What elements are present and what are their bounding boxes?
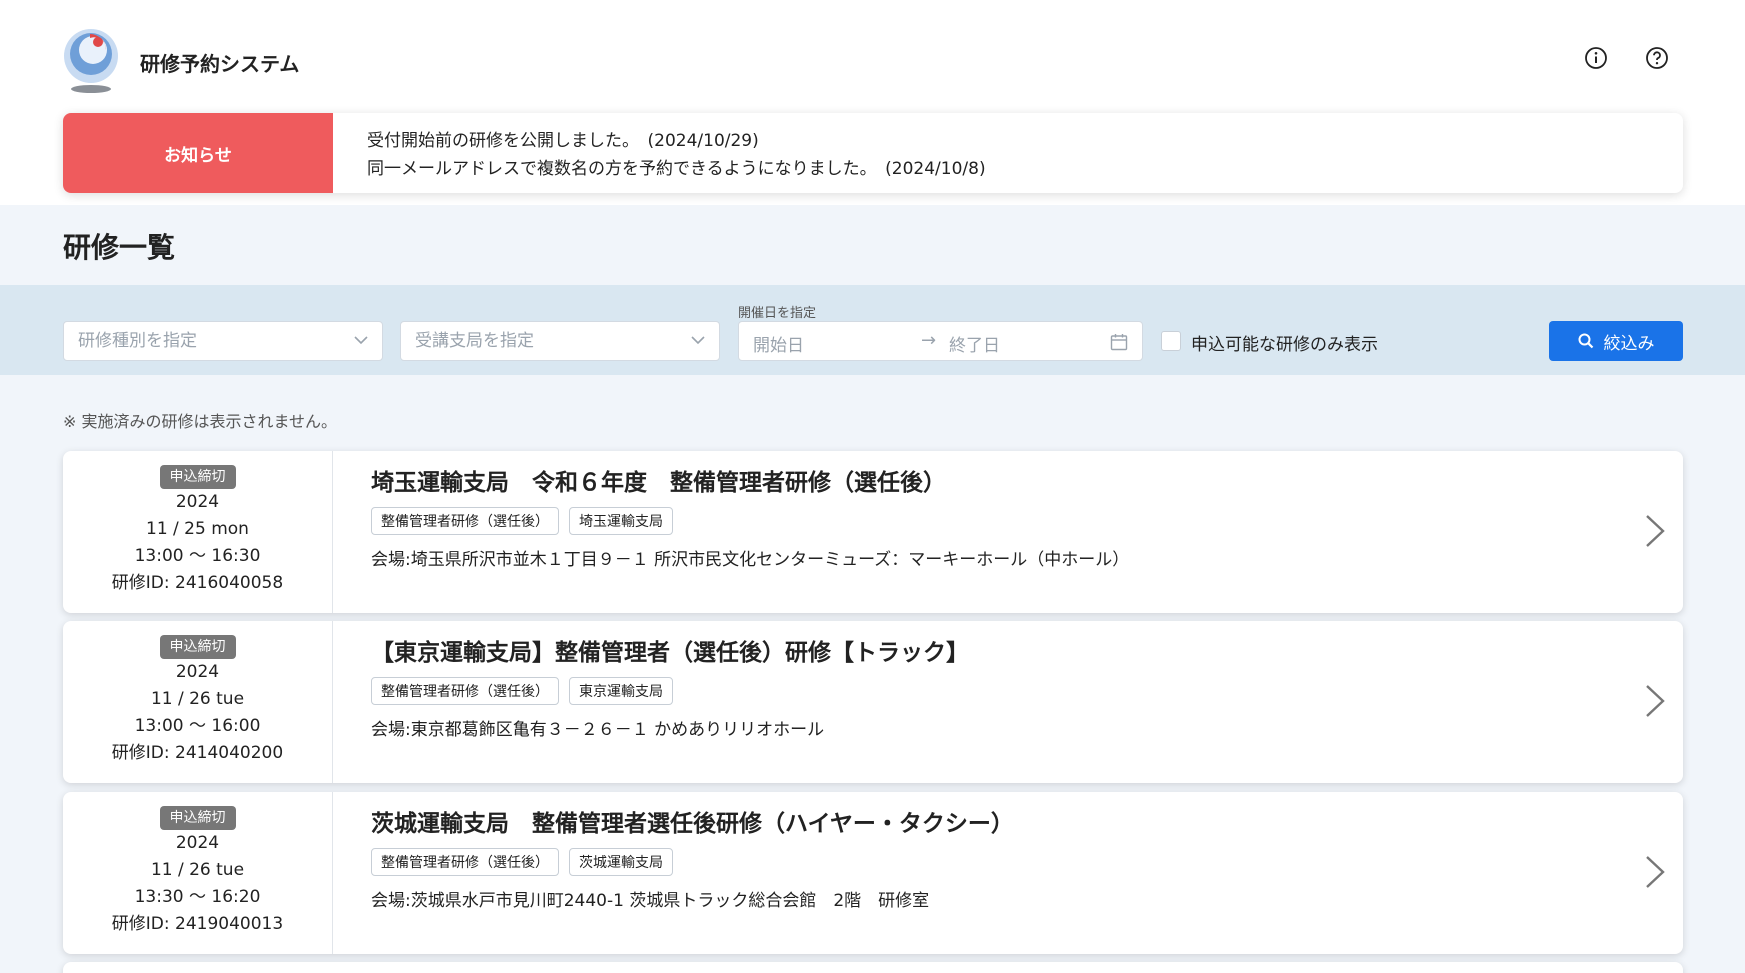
course-title[interactable]: 茨城運輸支局 整備管理者選任後研修（ハイヤー・タクシー） (371, 804, 1014, 838)
start-date-input[interactable]: 開始日 (753, 331, 804, 356)
course-tag: 東京運輸支局 (569, 677, 673, 705)
status-badge: 申込締切 (159, 806, 236, 830)
branch-select[interactable]: 受講支局を指定 (400, 321, 720, 361)
course-tag: 整備管理者研修（選任後） (371, 848, 559, 876)
course-date: 11 / 26 tue (150, 860, 245, 880)
course-venue: 会場:東京都葛飾区亀有３－２６－１ かめありリリオホール (371, 720, 825, 740)
course-id: 研修ID: 2414040200 (111, 743, 284, 763)
course-schedule: 申込締切 2024 11 / 26 tue 13:00 〜 16:00 研修ID… (63, 621, 333, 783)
page-title: 研修一覧 (63, 231, 176, 264)
chevron-right-icon[interactable] (1643, 683, 1667, 719)
course-schedule: 申込締切 2024 11 / 25 mon 13:00 〜 16:30 研修ID… (63, 451, 333, 613)
date-range-label: 開催日を指定 (738, 306, 817, 321)
course-time: 13:30 〜 16:20 (134, 887, 261, 907)
course-tag: 埼玉運輸支局 (569, 507, 673, 535)
course-card-partial[interactable] (63, 962, 1683, 973)
chevron-down-icon (691, 336, 705, 345)
course-id: 研修ID: 2419040013 (111, 914, 284, 934)
course-tag: 整備管理者研修（選任後） (371, 507, 559, 535)
notice-body: 受付開始前の研修を公開しました。 (2024/10/29) 同一メールアドレスで… (333, 113, 986, 193)
chevron-down-icon (354, 336, 368, 345)
only-available-checkbox[interactable] (1161, 331, 1181, 351)
course-tag: 茨城運輸支局 (569, 848, 673, 876)
end-date-input[interactable]: 終了日 (949, 331, 1000, 356)
notice-label: お知らせ (63, 113, 333, 193)
help-icon[interactable] (1645, 46, 1669, 70)
course-type-select[interactable]: 研修種別を指定 (63, 321, 383, 361)
header-area: 研修予約システム お知らせ 受付開始前の研修を公開しました。 (2024/10/… (0, 0, 1745, 205)
course-year: 2024 (175, 492, 220, 512)
only-available-label[interactable]: 申込可能な研修のみ表示 (1191, 330, 1378, 355)
course-year: 2024 (175, 662, 220, 682)
arrow-right-icon: → (921, 330, 937, 351)
status-badge: 申込締切 (159, 465, 236, 489)
list-note: ※ 実施済みの研修は表示されません。 (63, 412, 338, 431)
notice-panel: お知らせ 受付開始前の研修を公開しました。 (2024/10/29) 同一メール… (63, 113, 1683, 193)
course-title[interactable]: 埼玉運輸支局 令和６年度 整備管理者研修（選任後） (371, 463, 946, 497)
filter-bar: 研修種別を指定 受講支局を指定 開催日を指定 開始日 → 終了日 申込可能な研修… (0, 285, 1745, 375)
notice-item[interactable]: 同一メールアドレスで複数名の方を予約できるようになりました。 (2024/10/… (367, 155, 986, 183)
course-type-placeholder: 研修種別を指定 (78, 331, 197, 351)
course-year: 2024 (175, 833, 220, 853)
course-tags: 整備管理者研修（選任後） 東京運輸支局 (371, 677, 673, 705)
course-title[interactable]: 【東京運輸支局】整備管理者（選任後）研修【トラック】 (371, 633, 969, 667)
course-time: 13:00 〜 16:30 (134, 546, 261, 566)
course-tags: 整備管理者研修（選任後） 埼玉運輸支局 (371, 507, 673, 535)
course-venue: 会場:茨城県水戸市見川町2440-1 茨城県トラック総合会館 2階 研修室 (371, 891, 930, 911)
branch-placeholder: 受講支局を指定 (415, 331, 534, 351)
logo-icon (64, 29, 118, 93)
search-icon (1578, 333, 1593, 349)
chevron-right-icon[interactable] (1643, 513, 1667, 549)
course-time: 13:00 〜 16:00 (134, 716, 261, 736)
info-icon[interactable] (1584, 46, 1608, 70)
notice-item[interactable]: 受付開始前の研修を公開しました。 (2024/10/29) (367, 127, 986, 155)
course-schedule: 申込締切 2024 11 / 26 tue 13:30 〜 16:20 研修ID… (63, 792, 333, 954)
filter-button-label: 絞込み (1603, 333, 1655, 354)
date-range-picker[interactable]: 開始日 → 終了日 (738, 321, 1143, 361)
app-title: 研修予約システム (140, 52, 300, 76)
course-venue: 会場:埼玉県所沢市並木１丁目９－１ 所沢市民文化センターミューズ：マーキーホール… (371, 550, 1130, 570)
calendar-icon (1110, 334, 1128, 351)
filter-button[interactable]: 絞込み (1549, 321, 1683, 361)
course-id: 研修ID: 2416040058 (111, 573, 284, 593)
course-date: 11 / 26 tue (150, 689, 245, 709)
course-card[interactable]: 申込締切 2024 11 / 26 tue 13:00 〜 16:00 研修ID… (63, 621, 1683, 783)
chevron-right-icon[interactable] (1643, 854, 1667, 890)
status-badge: 申込締切 (159, 635, 236, 659)
course-date: 11 / 25 mon (146, 519, 249, 539)
course-tags: 整備管理者研修（選任後） 茨城運輸支局 (371, 848, 673, 876)
course-tag: 整備管理者研修（選任後） (371, 677, 559, 705)
course-card[interactable]: 申込締切 2024 11 / 26 tue 13:30 〜 16:20 研修ID… (63, 792, 1683, 954)
course-card[interactable]: 申込締切 2024 11 / 25 mon 13:00 〜 16:30 研修ID… (63, 451, 1683, 613)
